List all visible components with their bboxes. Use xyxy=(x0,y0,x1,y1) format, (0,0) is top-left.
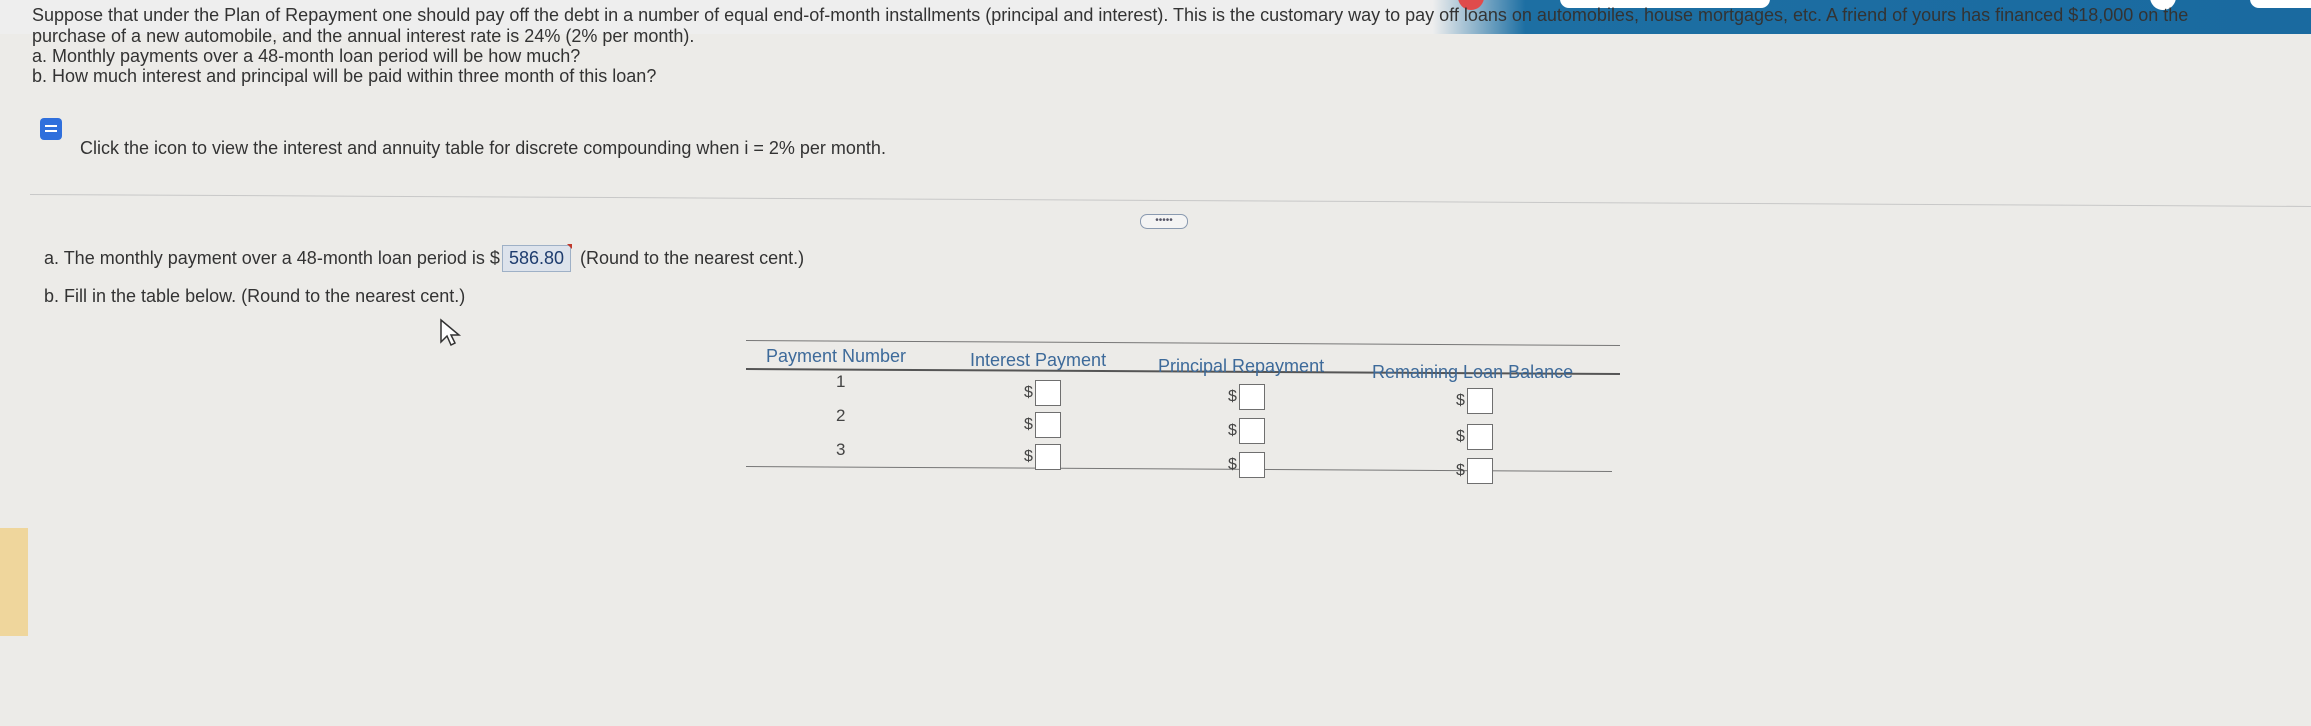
principal-cell-2: $ xyxy=(1228,418,1265,444)
payment-number-1: 1 xyxy=(836,372,846,391)
question-part-a: a. Monthly payments over a 48-month loan… xyxy=(32,46,581,66)
answer-a-line: a. The monthly payment over a 48-month l… xyxy=(44,244,805,272)
balance-cell-1: $ xyxy=(1456,388,1493,414)
answer-b-text: b. Fill in the table below. (Round to th… xyxy=(44,286,466,306)
principal-input-3[interactable] xyxy=(1238,452,1265,478)
principal-input-2[interactable] xyxy=(1238,418,1265,444)
monthly-payment-answer[interactable]: 586.80 xyxy=(501,244,573,272)
answer-a-prefix: a. The monthly payment over a 48-month l… xyxy=(44,248,500,268)
principal-input-1[interactable] xyxy=(1238,384,1265,410)
balance-cell-2: $ xyxy=(1456,424,1493,450)
question-part-b: b. How much interest and principal will … xyxy=(32,66,657,86)
interest-input-1[interactable] xyxy=(1034,380,1061,406)
header-interest-payment: Interest Payment xyxy=(970,350,1107,370)
side-tab[interactable] xyxy=(0,528,28,636)
question-line-2: purchase of a new automobile, and the an… xyxy=(32,26,695,46)
interest-cell-2: $ xyxy=(1024,412,1061,438)
interest-input-2[interactable] xyxy=(1034,412,1061,438)
save-button[interactable] xyxy=(2250,0,2311,8)
expand-button[interactable]: ••••• xyxy=(1140,214,1188,229)
interest-input-3[interactable] xyxy=(1034,444,1061,470)
pointer-cursor-icon xyxy=(440,318,462,347)
interest-cell-3: $ xyxy=(1024,444,1061,470)
question-line-1: Suppose that under the Plan of Repayment… xyxy=(32,5,2189,25)
header-payment-number: Payment Number xyxy=(766,346,907,366)
hint-text[interactable]: Click the icon to view the interest and … xyxy=(80,138,886,159)
balance-input-3[interactable] xyxy=(1466,458,1493,484)
answer-a-suffix: (Round to the nearest cent.) xyxy=(580,248,805,268)
header-remaining-balance: Remaining Loan Balance xyxy=(1372,362,1574,382)
principal-cell-3: $ xyxy=(1228,452,1265,478)
document-icon[interactable] xyxy=(40,118,62,140)
balance-cell-3: $ xyxy=(1456,458,1493,484)
payment-number-2: 2 xyxy=(836,406,846,425)
interest-cell-1: $ xyxy=(1024,380,1061,406)
balance-input-2[interactable] xyxy=(1466,424,1493,450)
payment-number-3: 3 xyxy=(836,440,846,459)
principal-cell-1: $ xyxy=(1228,384,1265,410)
header-principal-repayment: Principal Repayment xyxy=(1158,356,1325,376)
balance-input-1[interactable] xyxy=(1466,388,1493,414)
section-divider xyxy=(29,194,2311,207)
